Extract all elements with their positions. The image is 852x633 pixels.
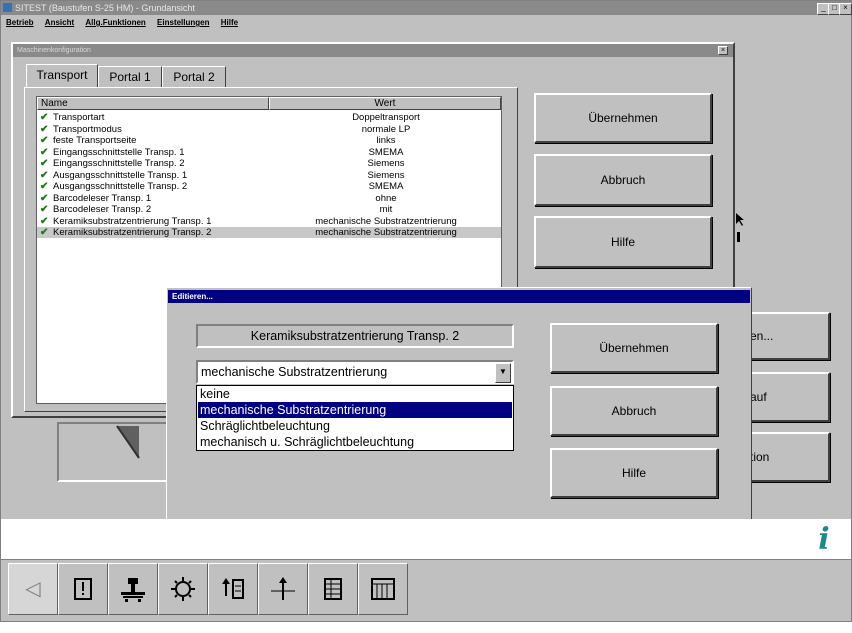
status-area bbox=[1, 519, 851, 559]
info-icon[interactable]: i bbox=[812, 524, 836, 556]
check-icon: ✔ bbox=[40, 112, 49, 123]
back-arrow-icon[interactable]: ◁ bbox=[8, 563, 58, 615]
menu-betrieb[interactable]: Betrieb bbox=[6, 18, 34, 27]
list-item-value: Siemens bbox=[367, 158, 405, 169]
window-title: SITEST (Baustufen S-25 HM) - Grundansich… bbox=[15, 3, 195, 13]
check-icon: ✔ bbox=[40, 158, 49, 169]
cancel-button[interactable]: Abbruch bbox=[534, 154, 712, 206]
check-icon: ✔ bbox=[40, 123, 49, 135]
check-icon: ✔ bbox=[40, 146, 49, 158]
check-icon: ✔ bbox=[40, 181, 49, 192]
list-item-name: Ausgangsschnittstelle Transp. 1 bbox=[53, 169, 188, 181]
machine-shape-icon bbox=[116, 425, 140, 459]
list-item[interactable]: ✔ Transportmodus normale LP bbox=[37, 124, 501, 135]
list-item[interactable]: ✔ Transportart Doppeltransport bbox=[37, 112, 501, 123]
gear-icon[interactable] bbox=[158, 563, 208, 615]
list-item[interactable]: ✔ Keramiksubstratzentrierung Transp. 2 mec… bbox=[37, 227, 501, 238]
dropdown-list[interactable]: keine mechanische Substratzentrierung Sc… bbox=[196, 385, 514, 451]
option-mechanische-substratzentrierung[interactable]: mechanische Substratzentrierung bbox=[198, 402, 512, 418]
cursor-icon bbox=[735, 212, 745, 246]
app-icon bbox=[3, 3, 12, 12]
close-button[interactable]: × bbox=[839, 3, 852, 15]
transfer-icon[interactable] bbox=[208, 563, 258, 615]
help-button[interactable]: Hilfe bbox=[534, 216, 712, 268]
alert-icon[interactable] bbox=[58, 563, 108, 615]
value-combobox[interactable]: mechanische Substratzentrierung ▼ bbox=[196, 360, 514, 384]
list-item-value: mechanische Substratzentrierung bbox=[315, 215, 457, 227]
edit-cancel-button[interactable]: Abbruch bbox=[550, 386, 718, 436]
side-button-2-label: auf bbox=[750, 390, 767, 404]
list-item-name: Keramiksubstratzentrierung Transp. 2 bbox=[53, 227, 212, 238]
menu-hilfe[interactable]: Hilfe bbox=[221, 18, 238, 27]
list-item[interactable]: ✔ Eingangsschnittstelle Transp. 2 Siemens bbox=[37, 158, 501, 169]
tab-portal-1[interactable]: Portal 1 bbox=[98, 66, 162, 88]
list-item-name: Eingangsschnittstelle Transp. 2 bbox=[53, 158, 185, 169]
list-item-name: Keramiksubstratzentrierung Transp. 1 bbox=[53, 215, 212, 227]
option-mechanisch-u-schraeglicht[interactable]: mechanisch u. Schräglichtbeleuchtung bbox=[198, 434, 512, 450]
title-bar: SITEST (Baustufen S-25 HM) - Grundansich… bbox=[1, 1, 852, 15]
side-button-1-label: en... bbox=[750, 329, 774, 343]
field-label: Keramiksubstratzentrierung Transp. 2 bbox=[196, 324, 514, 348]
edit-dialog-title: Editieren... bbox=[168, 290, 750, 303]
list-item[interactable]: ✔ Keramiksubstratzentrierung Transp. 1 mec… bbox=[37, 216, 501, 227]
menu-ansicht[interactable]: Ansicht bbox=[45, 18, 74, 27]
option-keine[interactable]: keine bbox=[198, 386, 512, 402]
list-item[interactable]: ✔ Barcodeleser Transp. 1 ohne bbox=[37, 193, 501, 204]
tab-portal-2[interactable]: Portal 2 bbox=[162, 66, 226, 88]
menu-einstellungen[interactable]: Einstellungen bbox=[157, 18, 209, 27]
check-icon: ✔ bbox=[40, 192, 49, 204]
check-icon: ✔ bbox=[40, 169, 49, 181]
list-item-name: feste Transportseite bbox=[53, 135, 137, 146]
check-icon: ✔ bbox=[40, 204, 49, 215]
list-item[interactable]: ✔ Barcodeleser Transp. 2 mit bbox=[37, 204, 501, 215]
edit-help-button[interactable]: Hilfe bbox=[550, 448, 718, 498]
list-item-name: Barcodeleser Transp. 2 bbox=[53, 204, 152, 215]
list-item-value: Doppeltransport bbox=[352, 112, 420, 123]
side-button-3-label: tion bbox=[750, 450, 770, 464]
machine-preview bbox=[57, 422, 169, 482]
list-item-name: Eingangsschnittstelle Transp. 1 bbox=[53, 146, 185, 158]
list-icon[interactable] bbox=[308, 563, 358, 615]
list-item[interactable]: ✔ Eingangsschnittstelle Transp. 1 SMEMA bbox=[37, 147, 501, 158]
list-item[interactable]: ✔ feste Transportseite links bbox=[37, 135, 501, 146]
list-item-value: ohne bbox=[375, 192, 397, 204]
list-item-name: Transportart bbox=[53, 112, 105, 123]
list-item-name: Ausgangsschnittstelle Transp. 2 bbox=[53, 181, 188, 192]
machine-config-close-button[interactable]: × bbox=[718, 46, 728, 55]
list-item-value: normale LP bbox=[361, 123, 411, 135]
apply-button[interactable]: Übernehmen bbox=[534, 93, 712, 143]
list-item-value: mechanische Substratzentrierung bbox=[315, 227, 457, 238]
list-item-name: Barcodeleser Transp. 1 bbox=[53, 192, 152, 204]
grid-icon[interactable] bbox=[358, 563, 408, 615]
column-header-value[interactable]: Wert bbox=[269, 97, 501, 110]
combobox-value: mechanische Substratzentrierung bbox=[201, 365, 388, 379]
option-schraeglichtbeleuchtung[interactable]: Schräglichtbeleuchtung bbox=[198, 418, 512, 434]
list-item-value: mit bbox=[379, 204, 393, 215]
machine-config-title: Maschinenkonfiguration bbox=[13, 44, 733, 57]
edit-apply-button[interactable]: Übernehmen bbox=[550, 323, 718, 373]
list-item-value: Siemens bbox=[367, 169, 405, 181]
menu-bar: Betrieb Ansicht Allg.Funktionen Einstell… bbox=[1, 15, 851, 31]
check-icon: ✔ bbox=[40, 215, 49, 227]
list-item[interactable]: ✔ Ausgangsschnittstelle Transp. 1 Siemens bbox=[37, 170, 501, 181]
chevron-down-icon[interactable]: ▼ bbox=[495, 363, 511, 383]
list-item-value: SMEMA bbox=[368, 146, 404, 158]
menu-allg-funktionen[interactable]: Allg.Funktionen bbox=[85, 18, 145, 27]
tab-transport[interactable]: Transport bbox=[26, 64, 98, 88]
column-header-name[interactable]: Name bbox=[37, 97, 269, 110]
list-item[interactable]: ✔ Ausgangsschnittstelle Transp. 2 SMEMA bbox=[37, 181, 501, 192]
check-icon: ✔ bbox=[40, 135, 49, 146]
list-item-value: SMEMA bbox=[368, 181, 404, 192]
list-item-name: Transportmodus bbox=[53, 123, 122, 135]
axis-icon[interactable] bbox=[258, 563, 308, 615]
machine-icon[interactable] bbox=[108, 563, 158, 615]
check-icon: ✔ bbox=[40, 227, 49, 238]
list-item-value: links bbox=[376, 135, 396, 146]
